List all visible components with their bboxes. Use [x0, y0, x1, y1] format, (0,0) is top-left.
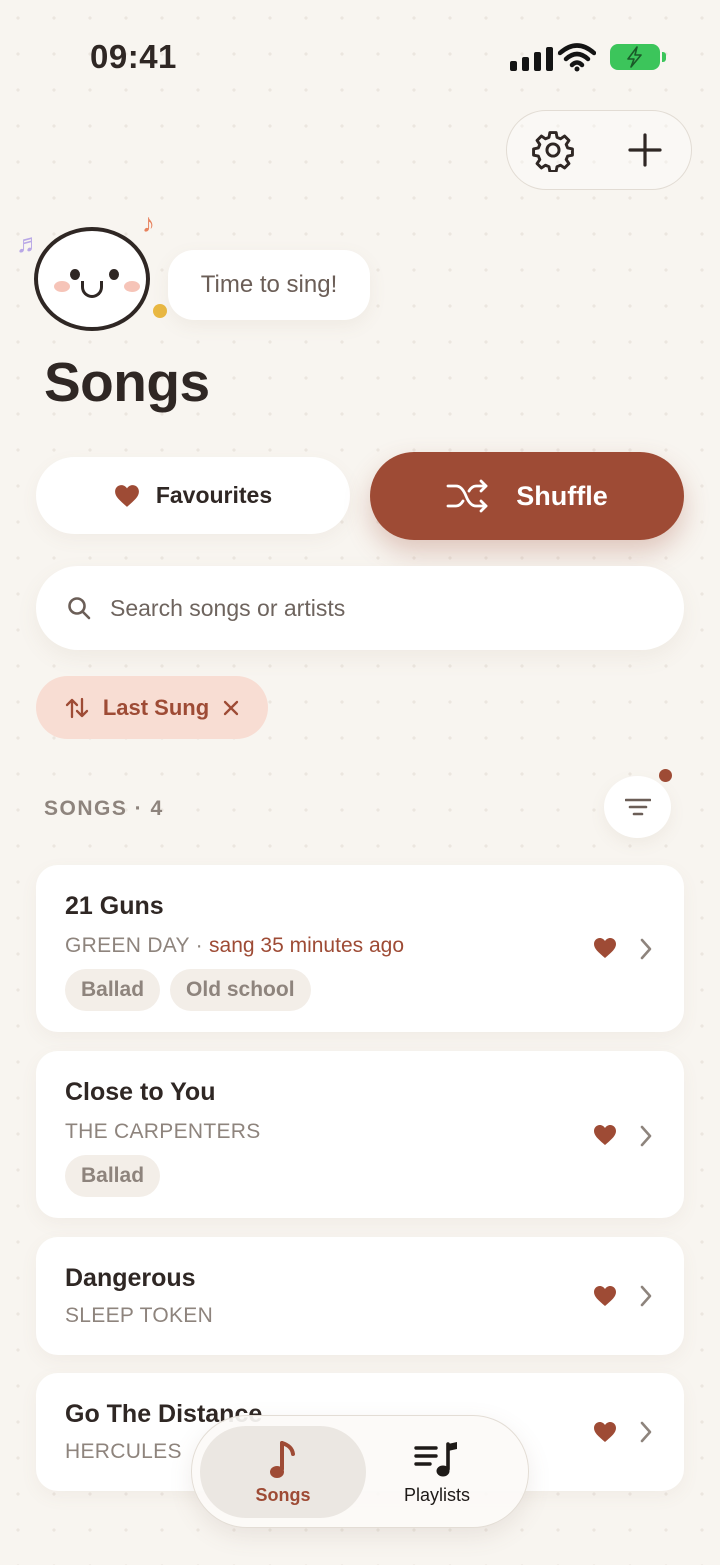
playlist-icon: [414, 1441, 457, 1476]
tag: Ballad: [65, 1155, 161, 1197]
song-card[interactable]: Close to You THE CARPENTERS Ballad: [36, 1051, 684, 1218]
header-actions: [506, 110, 692, 190]
song-card[interactable]: Dangerous SLEEP TOKEN: [36, 1237, 684, 1355]
filter-icon: [624, 798, 651, 816]
settings-button[interactable]: [525, 122, 581, 178]
separator: ·: [189, 934, 210, 957]
song-tags: Ballad: [65, 1155, 161, 1197]
song-artist: GREEN DAY: [65, 934, 190, 957]
search-bar[interactable]: [36, 566, 684, 650]
favourites-label: Favourites: [155, 482, 273, 508]
gear-icon: [532, 131, 574, 172]
song-artist-line: GREEN DAY · sang 35 minutes ago: [65, 934, 404, 958]
song-artist: THE CARPENTERS: [65, 1120, 261, 1143]
song-title: 21 Guns: [65, 892, 164, 920]
shuffle-button[interactable]: Shuffle: [370, 452, 684, 540]
tag: Ballad: [65, 969, 161, 1011]
speech-dot: [153, 304, 167, 318]
song-title: Dangerous: [65, 1264, 196, 1292]
songs-count-label: SONGS · 4: [44, 797, 164, 820]
status-time: 09:41: [90, 38, 177, 75]
bottom-tab-bar: Songs Playlists: [191, 1415, 529, 1528]
plus-icon: [628, 133, 662, 167]
sort-chip-label: Last Sung: [102, 694, 210, 720]
chevron-right-icon: [640, 1421, 652, 1443]
signal-icon: [510, 45, 553, 71]
search-input[interactable]: [110, 594, 630, 622]
music-note-icon: [270, 1440, 295, 1478]
heart-icon[interactable]: [593, 937, 617, 959]
tab-playlists[interactable]: Playlists: [354, 1426, 520, 1518]
favourites-button[interactable]: Favourites: [36, 457, 350, 534]
wifi-icon: [557, 42, 597, 77]
add-button[interactable]: [617, 122, 673, 178]
song-tags: Ballad Old school: [65, 969, 311, 1011]
heart-icon[interactable]: [593, 1285, 617, 1307]
song-title: Close to You: [65, 1078, 216, 1106]
chevron-right-icon: [640, 1285, 652, 1307]
shuffle-label: Shuffle: [516, 480, 608, 511]
search-icon: [68, 597, 91, 620]
shuffle-icon: [446, 479, 488, 513]
chevron-right-icon: [640, 1125, 652, 1147]
filter-button[interactable]: [604, 776, 671, 838]
music-note-decoration: ♬: [16, 228, 42, 258]
last-sung-time: sang 35 minutes ago: [209, 934, 404, 957]
heart-icon[interactable]: [593, 1421, 617, 1443]
tab-songs-label: Songs: [255, 1484, 311, 1505]
tag: Old school: [170, 969, 311, 1011]
chevron-right-icon: [640, 938, 652, 960]
tab-songs[interactable]: Songs: [200, 1426, 366, 1518]
song-artist: SLEEP TOKEN: [65, 1304, 214, 1327]
sort-arrows-icon: [65, 697, 88, 718]
battery-icon: [610, 44, 666, 70]
page-title: Songs: [44, 351, 210, 413]
filter-active-indicator: [659, 769, 672, 782]
heart-icon: [114, 484, 139, 507]
tab-playlists-label: Playlists: [403, 1484, 470, 1505]
speech-bubble: Time to sing!: [168, 250, 370, 320]
song-card[interactable]: 21 Guns GREEN DAY · sang 35 minutes ago …: [36, 865, 684, 1032]
song-artist: HERCULES: [65, 1440, 182, 1463]
mascot-avatar: [34, 227, 150, 331]
sort-chip[interactable]: Last Sung: [36, 676, 268, 739]
close-icon[interactable]: [223, 700, 239, 716]
heart-icon[interactable]: [593, 1124, 617, 1146]
music-note-decoration: ♪: [142, 208, 155, 238]
